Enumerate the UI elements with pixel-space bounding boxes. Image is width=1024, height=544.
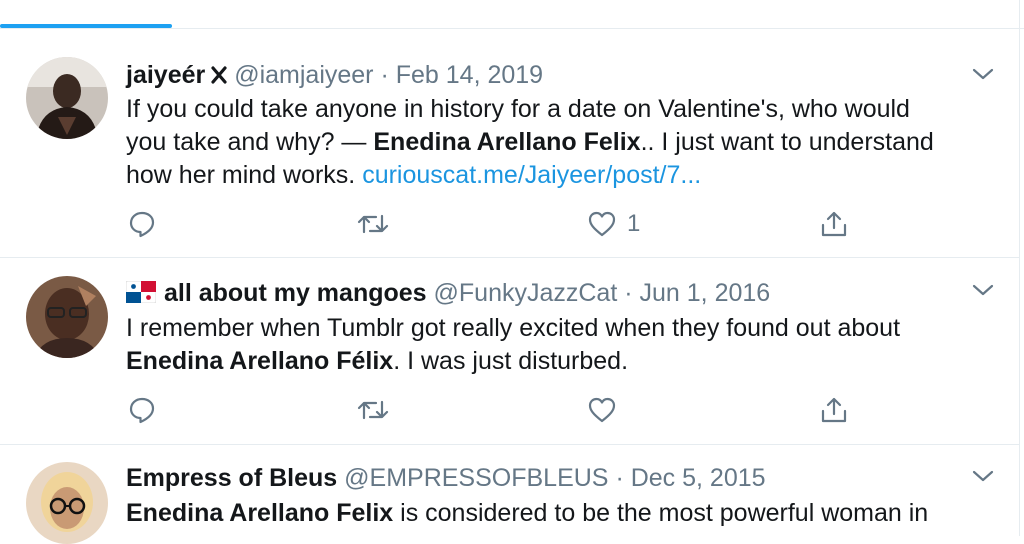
retweet-icon bbox=[356, 210, 390, 238]
display-name[interactable]: Empress of Bleus bbox=[126, 464, 337, 492]
tweet-line: Enedina Arellano Felix is considered to … bbox=[126, 497, 986, 530]
tweet-line: I remember when Tumblr got really excite… bbox=[126, 312, 986, 345]
panama-flag-icon bbox=[125, 280, 157, 310]
retweet-button[interactable] bbox=[356, 206, 390, 242]
tweet-link[interactable]: curiouscat.me/Jaiyeer/post/7... bbox=[362, 161, 701, 189]
tweet-text-segment: .. I just want to understand bbox=[640, 128, 934, 156]
chevron-down-icon[interactable] bbox=[970, 466, 996, 486]
tweet-text-segment: I remember when Tumblr got really excite… bbox=[126, 314, 901, 342]
tweet-header: Empress of Bleus @EMPRESSOFBLEUS · Dec 5… bbox=[126, 463, 766, 493]
tweet-text-segment: how her mind works. bbox=[126, 161, 363, 189]
tweet-header: all about my mangoes @FunkyJazzCat · Jun… bbox=[125, 278, 771, 310]
separator-dot: · bbox=[624, 279, 633, 307]
avatar[interactable] bbox=[26, 462, 108, 544]
tweet[interactable]: jaiyeér @iamjaiyeer · Feb 14, 2019 If yo… bbox=[0, 40, 1019, 258]
user-handle[interactable]: @EMPRESSOFBLEUS bbox=[344, 464, 608, 492]
tweet[interactable]: Empress of Bleus @EMPRESSOFBLEUS · Dec 5… bbox=[0, 445, 1019, 544]
reply-button[interactable] bbox=[128, 392, 156, 428]
display-name[interactable]: jaiyeér bbox=[126, 61, 205, 89]
avatar[interactable] bbox=[26, 57, 108, 139]
highlighted-term: Enedina Arellano Félix bbox=[126, 347, 394, 375]
tweet[interactable]: all about my mangoes @FunkyJazzCat · Jun… bbox=[0, 258, 1019, 445]
separator-dot: · bbox=[615, 464, 624, 492]
tweet-actions: 1 bbox=[126, 206, 866, 242]
tweet-date[interactable]: Dec 5, 2015 bbox=[631, 464, 766, 492]
heart-icon bbox=[587, 210, 617, 238]
display-name[interactable]: all about my mangoes bbox=[164, 279, 427, 307]
highlighted-term: Enedina Arellano Felix bbox=[373, 128, 641, 156]
column-border bbox=[1019, 0, 1020, 536]
tweet-text: If you could take anyone in history for … bbox=[126, 93, 986, 192]
tweet-line: you take and why? — Enedina Arellano Fel… bbox=[126, 126, 986, 159]
tweet-date[interactable]: Jun 1, 2016 bbox=[640, 279, 771, 307]
tweet-line: Enedina Arellano Félix. I was just distu… bbox=[126, 345, 986, 378]
active-tab-indicator bbox=[0, 24, 172, 28]
tweet-text-segment: If you could take anyone in history for … bbox=[126, 95, 910, 123]
reply-icon bbox=[128, 396, 156, 424]
tweet-text: Enedina Arellano Felix is considered to … bbox=[126, 497, 986, 530]
share-button[interactable] bbox=[819, 392, 849, 428]
highlighted-term: Enedina Arellano Felix bbox=[126, 499, 394, 527]
separator-dot: · bbox=[380, 61, 389, 89]
share-icon bbox=[819, 209, 849, 239]
reply-icon bbox=[128, 210, 156, 238]
user-handle[interactable]: @iamjaiyeer bbox=[234, 61, 373, 89]
avatar[interactable] bbox=[26, 276, 108, 358]
like-count: 1 bbox=[627, 210, 641, 237]
tweet-text-segment: . I was just disturbed. bbox=[393, 347, 629, 375]
heart-icon bbox=[587, 396, 617, 424]
tweet-text-segment: you take and why? — bbox=[126, 128, 374, 156]
retweet-icon bbox=[356, 396, 390, 424]
x-mark-icon bbox=[211, 61, 227, 91]
like-button[interactable] bbox=[587, 392, 627, 428]
chevron-down-icon[interactable] bbox=[970, 64, 996, 84]
tweet-text-segment: is considered to be the most powerful wo… bbox=[393, 499, 929, 527]
user-handle[interactable]: @FunkyJazzCat bbox=[434, 279, 618, 307]
like-button[interactable]: 1 bbox=[587, 206, 640, 242]
tweet-actions bbox=[126, 392, 866, 428]
retweet-button[interactable] bbox=[356, 392, 390, 428]
share-button[interactable] bbox=[819, 206, 849, 242]
chevron-down-icon[interactable] bbox=[970, 280, 996, 300]
tweet-date[interactable]: Feb 14, 2019 bbox=[396, 61, 543, 89]
tweet-line: If you could take anyone in history for … bbox=[126, 93, 986, 126]
tweet-line: how her mind works. curiouscat.me/Jaiyee… bbox=[126, 159, 986, 192]
tweet-text: I remember when Tumblr got really excite… bbox=[126, 312, 986, 378]
reply-button[interactable] bbox=[128, 206, 156, 242]
share-icon bbox=[819, 395, 849, 425]
tweet-header: jaiyeér @iamjaiyeer · Feb 14, 2019 bbox=[126, 60, 543, 91]
tab-bar bbox=[0, 0, 1024, 29]
